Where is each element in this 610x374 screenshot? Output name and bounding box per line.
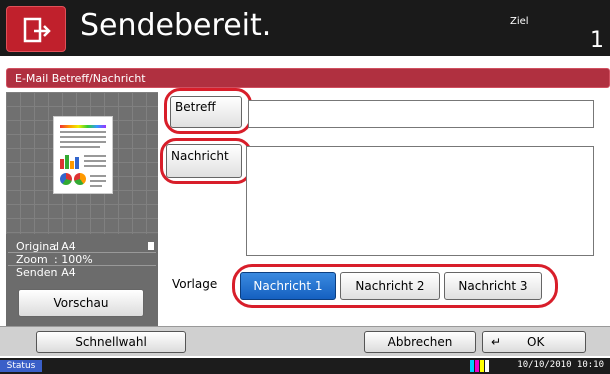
message-field[interactable] xyxy=(246,146,594,256)
template-option-3[interactable]: Nachricht 3 xyxy=(444,272,542,300)
toner-icon xyxy=(470,360,492,372)
message-button-label: Nachricht xyxy=(171,149,229,163)
send-size-value: : A4 xyxy=(54,266,76,279)
cancel-button[interactable]: Abbrechen xyxy=(364,331,476,353)
subject-field[interactable] xyxy=(248,100,594,128)
destination-count: 1 xyxy=(590,28,604,53)
template-label: Vorlage xyxy=(172,277,218,291)
template-option-2[interactable]: Nachricht 2 xyxy=(340,272,440,300)
section-title-bar: E-Mail Betreff/Nachricht xyxy=(6,68,610,88)
info-zoom: Zoom : 100% xyxy=(6,253,158,266)
status-bar: Status 10/10/2010 10:10 xyxy=(0,358,610,374)
document-thumbnail xyxy=(53,116,113,194)
quick-setup-button[interactable]: Schnellwahl xyxy=(36,331,186,353)
preview-panel: Original : A4 Zoom : 100% Senden : A4 Vo… xyxy=(6,92,158,326)
section-title: E-Mail Betreff/Nachricht xyxy=(15,72,146,85)
page-title: Sendebereit. xyxy=(80,8,272,43)
send-size-label: Senden xyxy=(16,266,58,279)
message-button[interactable]: Nachricht xyxy=(166,144,242,178)
date-time: 10/10/2010 10:10 xyxy=(517,360,604,370)
header-bar: Sendebereit. Ziel 1 xyxy=(0,0,610,56)
ok-button[interactable]: ↵ OK xyxy=(482,331,586,353)
info-senden: Senden : A4 xyxy=(6,266,158,279)
ok-label: OK xyxy=(527,335,545,349)
preview-info: Original : A4 Zoom : 100% Senden : A4 xyxy=(6,240,158,279)
destination-label: Ziel xyxy=(510,16,529,27)
subject-button-label: Betreff xyxy=(175,100,216,114)
send-icon xyxy=(6,6,66,52)
status-button[interactable]: Status xyxy=(0,360,42,372)
preview-button[interactable]: Vorschau xyxy=(18,289,144,317)
enter-icon: ↵ xyxy=(491,335,502,349)
preview-grid xyxy=(6,92,158,234)
info-original: Original : A4 xyxy=(6,240,158,253)
footer-bar: Schnellwahl Abbrechen ↵ OK xyxy=(0,326,610,356)
subject-button[interactable]: Betreff xyxy=(170,96,242,128)
template-option-1[interactable]: Nachricht 1 xyxy=(240,272,336,300)
